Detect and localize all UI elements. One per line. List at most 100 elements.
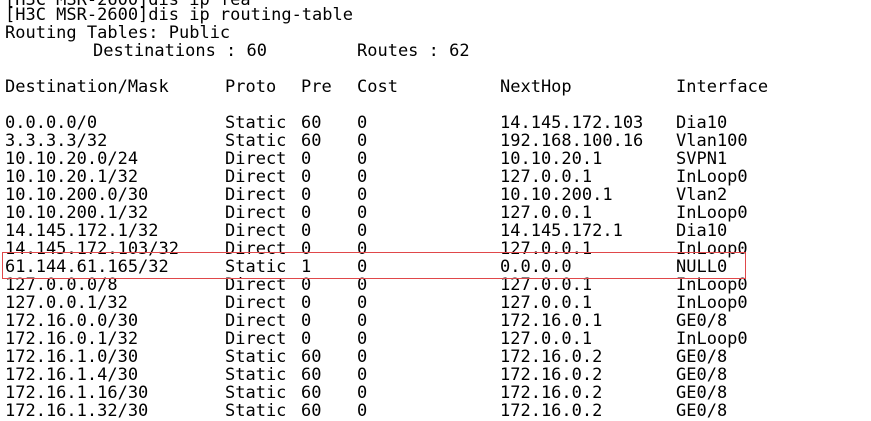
cell-destination: 10.10.200.0/30 [5, 185, 149, 205]
table-row: 10.10.20.0/24 Direct 0 0 10.10.20.1 SVPN… [0, 150, 871, 168]
summary-line: Destinations : 60 Routes : 62 [0, 42, 871, 60]
header-interface: Interface [676, 77, 769, 97]
cell-cost: 0 [357, 401, 368, 421]
table-row: 10.10.200.1/32 Direct 0 0 127.0.0.1 InLo… [0, 204, 871, 222]
cell-pre: 0 [301, 293, 312, 313]
cell-cost: 0 [357, 239, 368, 259]
cell-destination: 0.0.0.0/0 [5, 113, 98, 133]
cell-interface: GE0/8 [676, 365, 728, 385]
cell-destination: 172.16.1.4/30 [5, 365, 139, 385]
cell-proto: Direct [225, 293, 287, 313]
cell-nexthop: 127.0.0.1 [500, 239, 593, 259]
table-row: 14.145.172.1/32 Direct 0 0 14.145.172.1 … [0, 222, 871, 240]
cell-proto: Direct [225, 329, 287, 349]
table-row: 10.10.200.0/30 Direct 0 0 10.10.200.1 Vl… [0, 186, 871, 204]
table-row: 172.16.0.1/32 Direct 0 0 127.0.0.1 InLoo… [0, 330, 871, 348]
destinations-count: Destinations : 60 [93, 41, 267, 61]
cell-proto: Static [225, 131, 287, 151]
cell-interface: Dia10 [676, 113, 728, 133]
cell-interface: Vlan100 [676, 131, 748, 151]
table-row: 172.16.1.16/30 Static 60 0 172.16.0.2 GE… [0, 384, 871, 402]
cell-nexthop: 127.0.0.1 [500, 329, 593, 349]
table-row: 127.0.0.0/8 Direct 0 0 127.0.0.1 InLoop0 [0, 276, 871, 294]
cell-pre: 0 [301, 185, 312, 205]
cell-destination: 172.16.1.0/30 [5, 347, 139, 367]
header-nexthop: NextHop [500, 77, 572, 97]
cell-proto: Static [225, 401, 287, 421]
cell-pre: 0 [301, 167, 312, 187]
command-line: [H3C MSR-2600]dis ip routing-table [5, 5, 353, 25]
cell-destination: 127.0.0.0/8 [5, 275, 118, 295]
cell-nexthop: 127.0.0.1 [500, 203, 593, 223]
cell-nexthop: 0.0.0.0 [500, 257, 572, 277]
cell-pre: 0 [301, 329, 312, 349]
cell-interface: InLoop0 [676, 293, 748, 313]
cell-interface: InLoop0 [676, 203, 748, 223]
header-cost: Cost [357, 77, 398, 97]
cell-nexthop: 172.16.0.2 [500, 347, 603, 367]
table-row: 14.145.172.103/32 Direct 0 0 127.0.0.1 I… [0, 240, 871, 258]
cell-destination: 3.3.3.3/32 [5, 131, 108, 151]
cell-pre: 0 [301, 149, 312, 169]
cell-pre: 60 [301, 401, 322, 421]
cell-proto: Direct [225, 167, 287, 187]
cell-destination: 10.10.20.0/24 [5, 149, 139, 169]
cell-pre: 0 [301, 221, 312, 241]
cell-proto: Direct [225, 275, 287, 295]
cell-nexthop: 10.10.200.1 [500, 185, 613, 205]
cell-cost: 0 [357, 203, 368, 223]
cell-pre: 60 [301, 131, 322, 151]
cell-cost: 0 [357, 149, 368, 169]
cell-destination: 172.16.1.16/30 [5, 383, 149, 403]
header-proto: Proto [225, 77, 277, 97]
cell-cost: 0 [357, 293, 368, 313]
cell-cost: 0 [357, 167, 368, 187]
cell-nexthop: 172.16.0.2 [500, 365, 603, 385]
table-row-highlighted: 61.144.61.165/32 Static 1 0 0.0.0.0 NULL… [0, 258, 871, 276]
cell-proto: Static [225, 383, 287, 403]
cell-proto: Direct [225, 239, 287, 259]
cell-cost: 0 [357, 365, 368, 385]
cell-interface: Vlan2 [676, 185, 728, 205]
cell-destination: 14.145.172.103/32 [5, 239, 179, 259]
cell-proto: Direct [225, 149, 287, 169]
cell-nexthop: 127.0.0.1 [500, 275, 593, 295]
cell-pre: 1 [301, 257, 312, 277]
table-row: 10.10.20.1/32 Direct 0 0 127.0.0.1 InLoo… [0, 168, 871, 186]
header-pre: Pre [301, 77, 332, 97]
cell-interface: InLoop0 [676, 167, 748, 187]
cell-nexthop: 127.0.0.1 [500, 167, 593, 187]
table-row: 0.0.0.0/0 Static 60 0 14.145.172.103 Dia… [0, 114, 871, 132]
cell-interface: InLoop0 [676, 239, 748, 259]
cell-cost: 0 [357, 329, 368, 349]
cell-destination: 14.145.172.1/32 [5, 221, 159, 241]
cell-interface: GE0/8 [676, 401, 728, 421]
header-destination: Destination/Mask [5, 77, 169, 97]
cell-pre: 60 [301, 365, 322, 385]
cell-interface: InLoop0 [676, 329, 748, 349]
cell-proto: Direct [225, 311, 287, 331]
table-row: 172.16.1.4/30 Static 60 0 172.16.0.2 GE0… [0, 366, 871, 384]
cell-cost: 0 [357, 257, 368, 277]
cell-proto: Static [225, 257, 287, 277]
table-row: 172.16.1.0/30 Static 60 0 172.16.0.2 GE0… [0, 348, 871, 366]
table-row: 172.16.1.32/30 Static 60 0 172.16.0.2 GE… [0, 402, 871, 420]
cell-destination: 172.16.0.1/32 [5, 329, 139, 349]
table-row: 127.0.0.1/32 Direct 0 0 127.0.0.1 InLoop… [0, 294, 871, 312]
terminal-window[interactable]: [H3C MSR-2600]dis ip fea [H3C MSR-2600]d… [0, 0, 871, 421]
cell-interface: GE0/8 [676, 311, 728, 331]
cell-cost: 0 [357, 311, 368, 331]
cell-proto: Static [225, 113, 287, 133]
cell-cost: 0 [357, 185, 368, 205]
cell-nexthop: 172.16.0.1 [500, 311, 603, 331]
cell-nexthop: 127.0.0.1 [500, 293, 593, 313]
cell-pre: 60 [301, 113, 322, 133]
cell-pre: 0 [301, 203, 312, 223]
cell-interface: InLoop0 [676, 275, 748, 295]
cell-proto: Static [225, 365, 287, 385]
cell-nexthop: 192.168.100.16 [500, 131, 644, 151]
cell-pre: 0 [301, 275, 312, 295]
cell-pre: 0 [301, 311, 312, 331]
cell-interface: GE0/8 [676, 383, 728, 403]
routes-count: Routes : 62 [357, 41, 470, 61]
